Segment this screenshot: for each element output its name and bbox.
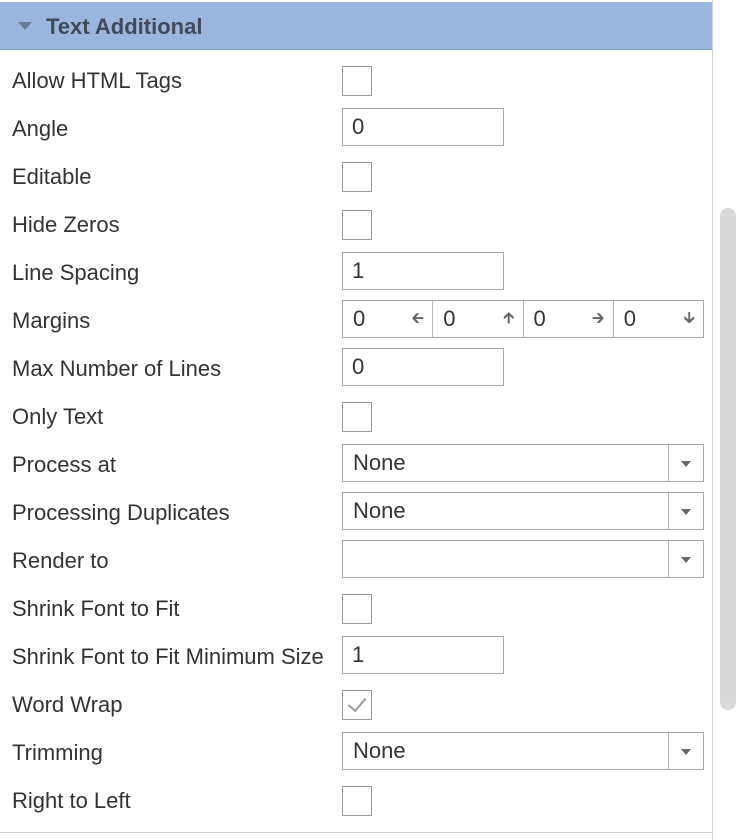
render-to-select[interactable] — [342, 540, 704, 578]
chevron-down-icon — [681, 509, 691, 515]
collapse-icon[interactable] — [18, 22, 32, 30]
property-label: Allow HTML Tags — [12, 68, 182, 93]
property-label: Processing Duplicates — [12, 500, 230, 525]
hide-zeros-checkbox[interactable] — [342, 210, 372, 240]
word-wrap-checkbox[interactable] — [342, 690, 372, 720]
margin-bottom-input[interactable]: 0 🡳 — [614, 301, 703, 337]
divider — [0, 832, 712, 833]
editable-checkbox[interactable] — [342, 162, 372, 192]
arrow-right-icon: 🡲 — [591, 310, 605, 327]
allow-html-tags-checkbox[interactable] — [342, 66, 372, 96]
section-title: Text Additional — [46, 14, 203, 39]
chevron-down-icon — [681, 557, 691, 563]
property-row-max-number-of-lines: Max Number of Lines 0 — [0, 346, 712, 394]
property-row-line-spacing: Line Spacing 1 — [0, 250, 712, 298]
properties-panel: Text Additional Allow HTML Tags Angle 0 … — [0, 0, 713, 840]
property-label: Right to Left — [12, 788, 131, 813]
property-row-processing-duplicates: Processing Duplicates None — [0, 490, 712, 538]
dropdown-button[interactable] — [668, 733, 703, 769]
chevron-down-icon — [681, 461, 691, 467]
property-label: Angle — [12, 116, 69, 141]
property-label: Word Wrap — [12, 692, 123, 717]
property-label: Hide Zeros — [12, 212, 120, 237]
select-value: None — [353, 450, 406, 475]
arrow-down-icon: 🡳 — [683, 310, 696, 327]
property-row-trimming: Trimming None — [0, 730, 712, 778]
property-label: Shrink Font to Fit Minimum Size — [12, 644, 324, 669]
margin-top-value: 0 — [443, 306, 456, 331]
margin-bottom-value: 0 — [623, 306, 636, 331]
margin-top-input[interactable]: 0 🡱 — [433, 301, 524, 337]
shrink-font-to-fit-checkbox[interactable] — [342, 594, 372, 624]
processing-duplicates-select[interactable]: None — [342, 492, 704, 530]
angle-input[interactable]: 0 — [342, 108, 504, 146]
property-row-shrink-font-min-size: Shrink Font to Fit Minimum Size 1 — [0, 634, 712, 682]
margins-editor: 0 🡰 0 🡱 0 🡲 0 🡳 — [342, 300, 704, 338]
property-label: Max Number of Lines — [12, 356, 222, 381]
property-label: Process at — [12, 452, 116, 477]
max-number-of-lines-input[interactable]: 0 — [342, 348, 504, 386]
margin-right-value: 0 — [533, 306, 546, 331]
dropdown-button[interactable] — [668, 541, 703, 577]
select-value: None — [353, 738, 406, 763]
process-at-select[interactable]: None — [342, 444, 704, 482]
property-label: Shrink Font to Fit — [12, 596, 180, 621]
property-row-editable: Editable — [0, 154, 712, 202]
chevron-down-icon — [681, 749, 691, 755]
property-label: Editable — [12, 164, 92, 189]
property-row-only-text: Only Text — [0, 394, 712, 442]
trimming-select[interactable]: None — [342, 732, 704, 770]
property-row-shrink-font-to-fit: Shrink Font to Fit — [0, 586, 712, 634]
property-row-allow-html-tags: Allow HTML Tags — [0, 58, 712, 106]
only-text-checkbox[interactable] — [342, 402, 372, 432]
property-row-render-to: Render to — [0, 538, 712, 586]
property-row-margins: Margins 0 🡰 0 🡱 0 🡲 0 🡳 — [0, 298, 712, 346]
property-label: Line Spacing — [12, 260, 140, 285]
property-row-word-wrap: Word Wrap — [0, 682, 712, 730]
dropdown-button[interactable] — [668, 493, 703, 529]
shrink-font-min-size-input[interactable]: 1 — [342, 636, 504, 674]
arrow-up-icon: 🡱 — [503, 310, 515, 327]
property-label: Margins — [12, 308, 91, 333]
property-row-process-at: Process at None — [0, 442, 712, 490]
section-header[interactable]: Text Additional — [0, 2, 712, 50]
arrow-left-icon: 🡰 — [411, 310, 425, 327]
property-label: Render to — [12, 548, 109, 573]
property-row-angle: Angle 0 — [0, 106, 712, 154]
margin-left-value: 0 — [353, 306, 366, 331]
property-label: Only Text — [12, 404, 104, 429]
line-spacing-input[interactable]: 1 — [342, 252, 504, 290]
right-to-left-checkbox[interactable] — [342, 786, 372, 816]
property-label: Trimming — [12, 740, 103, 765]
property-row-right-to-left: Right to Left — [0, 778, 712, 826]
checkmark-icon — [347, 692, 367, 713]
select-value: None — [353, 498, 406, 523]
margin-left-input[interactable]: 0 🡰 — [343, 301, 434, 337]
property-row-hide-zeros: Hide Zeros — [0, 202, 712, 250]
dropdown-button[interactable] — [668, 445, 703, 481]
margin-right-input[interactable]: 0 🡲 — [524, 301, 614, 337]
scrollbar-thumb[interactable] — [720, 208, 736, 710]
